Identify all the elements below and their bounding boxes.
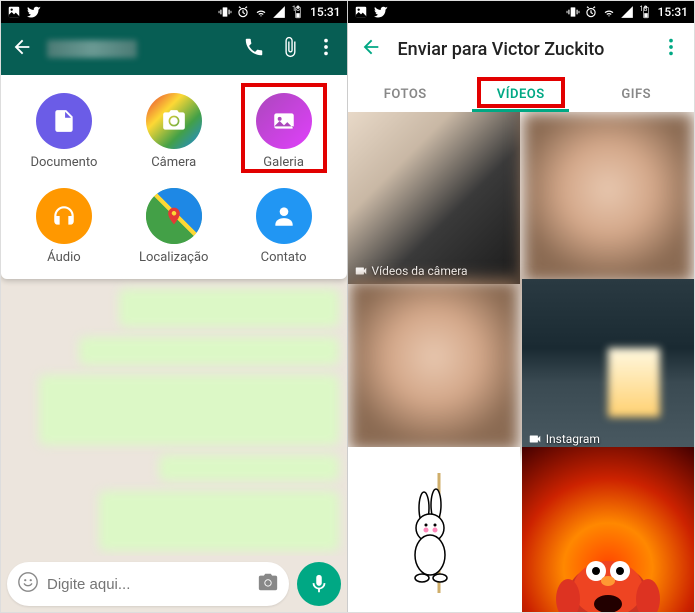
battery-icon: 18	[638, 5, 654, 19]
folder-instagram[interactable]: Instagram	[522, 279, 694, 451]
signal-icon	[620, 5, 634, 19]
video-icon	[354, 264, 368, 278]
attach-icon[interactable]	[279, 36, 301, 62]
attach-label: Câmera	[151, 155, 196, 170]
camera-input-icon[interactable]	[257, 571, 279, 597]
wifi-icon	[602, 5, 616, 19]
vibrate-icon	[566, 5, 580, 19]
attach-label: Localização	[139, 250, 208, 265]
bunny-cartoon-icon	[384, 473, 484, 593]
folder-camera-videos[interactable]: Vídeos da câmera	[348, 112, 520, 284]
folder-label: Vídeos da câmera	[372, 264, 468, 278]
attachment-panel: Documento Câmera Galeria	[1, 75, 347, 279]
video-icon	[528, 432, 542, 446]
twitter-status-icon	[374, 5, 388, 19]
battery-badge: 18	[640, 5, 648, 13]
tab-videos-label: VÍDEOS	[497, 87, 545, 102]
back-icon[interactable]	[360, 36, 382, 62]
alarm-icon	[584, 5, 598, 19]
gallery-grid: Vídeos da câmera Instagram	[348, 112, 695, 612]
attach-camera[interactable]: Câmera	[119, 93, 229, 170]
alarm-icon	[236, 5, 250, 19]
status-time: 15:31	[658, 5, 688, 19]
twitter-status-icon	[27, 5, 41, 19]
status-time: 15:31	[310, 5, 340, 19]
attach-label: Áudio	[47, 250, 80, 265]
folder-label: Instagram	[546, 432, 600, 446]
media-tabs: FOTOS VÍDEOS GIFS	[348, 75, 695, 112]
message-input[interactable]	[47, 576, 249, 593]
folder-thumbnail[interactable]	[522, 447, 694, 612]
folder-thumbnail[interactable]	[348, 447, 520, 612]
message-input-pill	[7, 562, 289, 606]
attach-audio[interactable]: Áudio	[9, 188, 119, 265]
emoji-icon[interactable]	[17, 571, 39, 597]
tab-fotos[interactable]: FOTOS	[348, 75, 464, 112]
attach-localizacao[interactable]: Localização	[119, 188, 229, 265]
mic-button[interactable]	[297, 562, 341, 606]
attach-galeria[interactable]: Galeria	[229, 93, 339, 170]
folder-thumbnail[interactable]	[522, 112, 694, 284]
tab-videos[interactable]: VÍDEOS	[463, 75, 579, 112]
attach-label: Documento	[30, 155, 97, 170]
attach-label: Galeria	[263, 155, 304, 170]
image-status-icon	[354, 5, 368, 19]
tab-gifs[interactable]: GIFS	[579, 75, 695, 112]
menu-icon[interactable]	[660, 36, 682, 62]
attach-label: Contato	[261, 250, 307, 265]
signal-icon	[272, 5, 286, 19]
elmo-fire-icon	[548, 499, 668, 612]
attach-documento[interactable]: Documento	[9, 93, 119, 170]
menu-icon[interactable]	[315, 36, 337, 62]
call-icon[interactable]	[243, 36, 265, 62]
back-icon[interactable]	[11, 36, 33, 62]
picker-title: Enviar para Victor Zuckito	[398, 39, 645, 60]
vibrate-icon	[218, 5, 232, 19]
chat-messages-blurred	[1, 279, 347, 556]
image-status-icon	[7, 5, 21, 19]
wifi-icon	[254, 5, 268, 19]
folder-thumbnail[interactable]	[348, 279, 520, 451]
battery-icon: 18	[290, 5, 306, 19]
battery-badge: 18	[292, 5, 300, 13]
attach-contato[interactable]: Contato	[229, 188, 339, 265]
contact-name-blurred[interactable]	[47, 40, 137, 58]
